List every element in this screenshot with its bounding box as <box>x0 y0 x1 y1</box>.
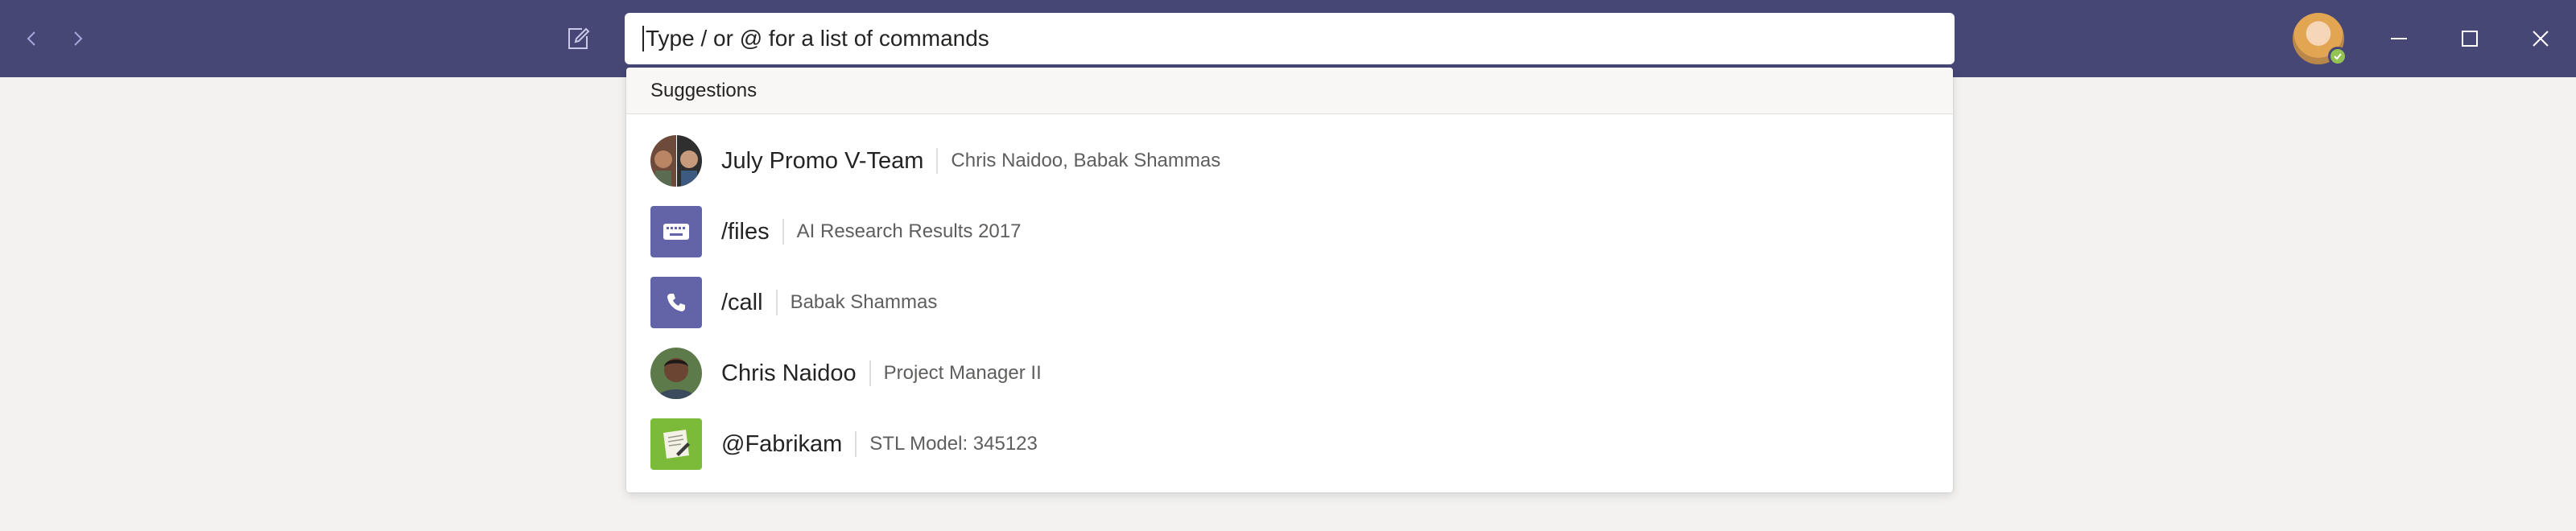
maximize-button[interactable] <box>2450 19 2489 58</box>
suggestion-title: /files <box>721 218 770 245</box>
suggestions-dropdown: Suggestions July Promo V-Team Chris Naid… <box>626 68 1953 492</box>
suggestion-subtitle: Project Manager II <box>883 362 1042 384</box>
compose-icon <box>568 27 590 49</box>
suggestion-title: July Promo V-Team <box>721 147 924 174</box>
keyboard-icon <box>650 206 702 257</box>
suggestion-title: @Fabrikam <box>721 430 843 457</box>
text-caret <box>642 26 644 51</box>
suggestion-item-call[interactable]: /call Babak Shammas <box>626 267 1953 338</box>
minimize-button[interactable] <box>2380 19 2418 58</box>
suggestions-header: Suggestions <box>626 68 1953 114</box>
maximize-icon <box>2462 31 2478 47</box>
search-input[interactable] <box>646 26 1853 51</box>
app-icon <box>650 418 702 470</box>
divider <box>782 219 784 245</box>
back-button[interactable] <box>16 23 48 55</box>
suggestions-list: July Promo V-Team Chris Naidoo, Babak Sh… <box>626 114 1953 480</box>
chevron-right-icon <box>74 31 83 46</box>
close-icon <box>2533 31 2549 47</box>
close-button[interactable] <box>2521 19 2560 58</box>
divider <box>936 148 939 174</box>
minimize-icon <box>2391 38 2407 39</box>
phone-icon <box>650 277 702 328</box>
divider <box>869 360 871 386</box>
user-avatar[interactable] <box>2293 13 2347 66</box>
suggestion-item-chris-naidoo[interactable]: Chris Naidoo Project Manager II <box>626 338 1953 409</box>
suggestion-title: /call <box>721 289 763 315</box>
title-bar <box>0 0 2576 77</box>
compose-button[interactable] <box>560 21 596 56</box>
forward-button[interactable] <box>61 23 93 55</box>
suggestion-title: Chris Naidoo <box>721 360 857 386</box>
chevron-left-icon <box>27 31 35 46</box>
suggestion-subtitle: AI Research Results 2017 <box>796 220 1022 242</box>
suggestion-subtitle: Chris Naidoo, Babak Shammas <box>951 150 1221 171</box>
divider <box>855 431 857 457</box>
suggestion-subtitle: STL Model: 345123 <box>869 433 1038 455</box>
suggestion-item-fabrikam[interactable]: @Fabrikam STL Model: 345123 <box>626 409 1953 480</box>
presence-available-icon <box>2328 47 2347 66</box>
person-avatar <box>650 348 702 399</box>
suggestion-item-july-promo-v-team[interactable]: July Promo V-Team Chris Naidoo, Babak Sh… <box>626 126 1953 196</box>
suggestion-item-files[interactable]: /files AI Research Results 2017 <box>626 196 1953 267</box>
divider <box>775 290 778 315</box>
suggestion-subtitle: Babak Shammas <box>790 291 938 313</box>
command-box[interactable] <box>625 13 1955 64</box>
group-avatar <box>650 135 702 187</box>
